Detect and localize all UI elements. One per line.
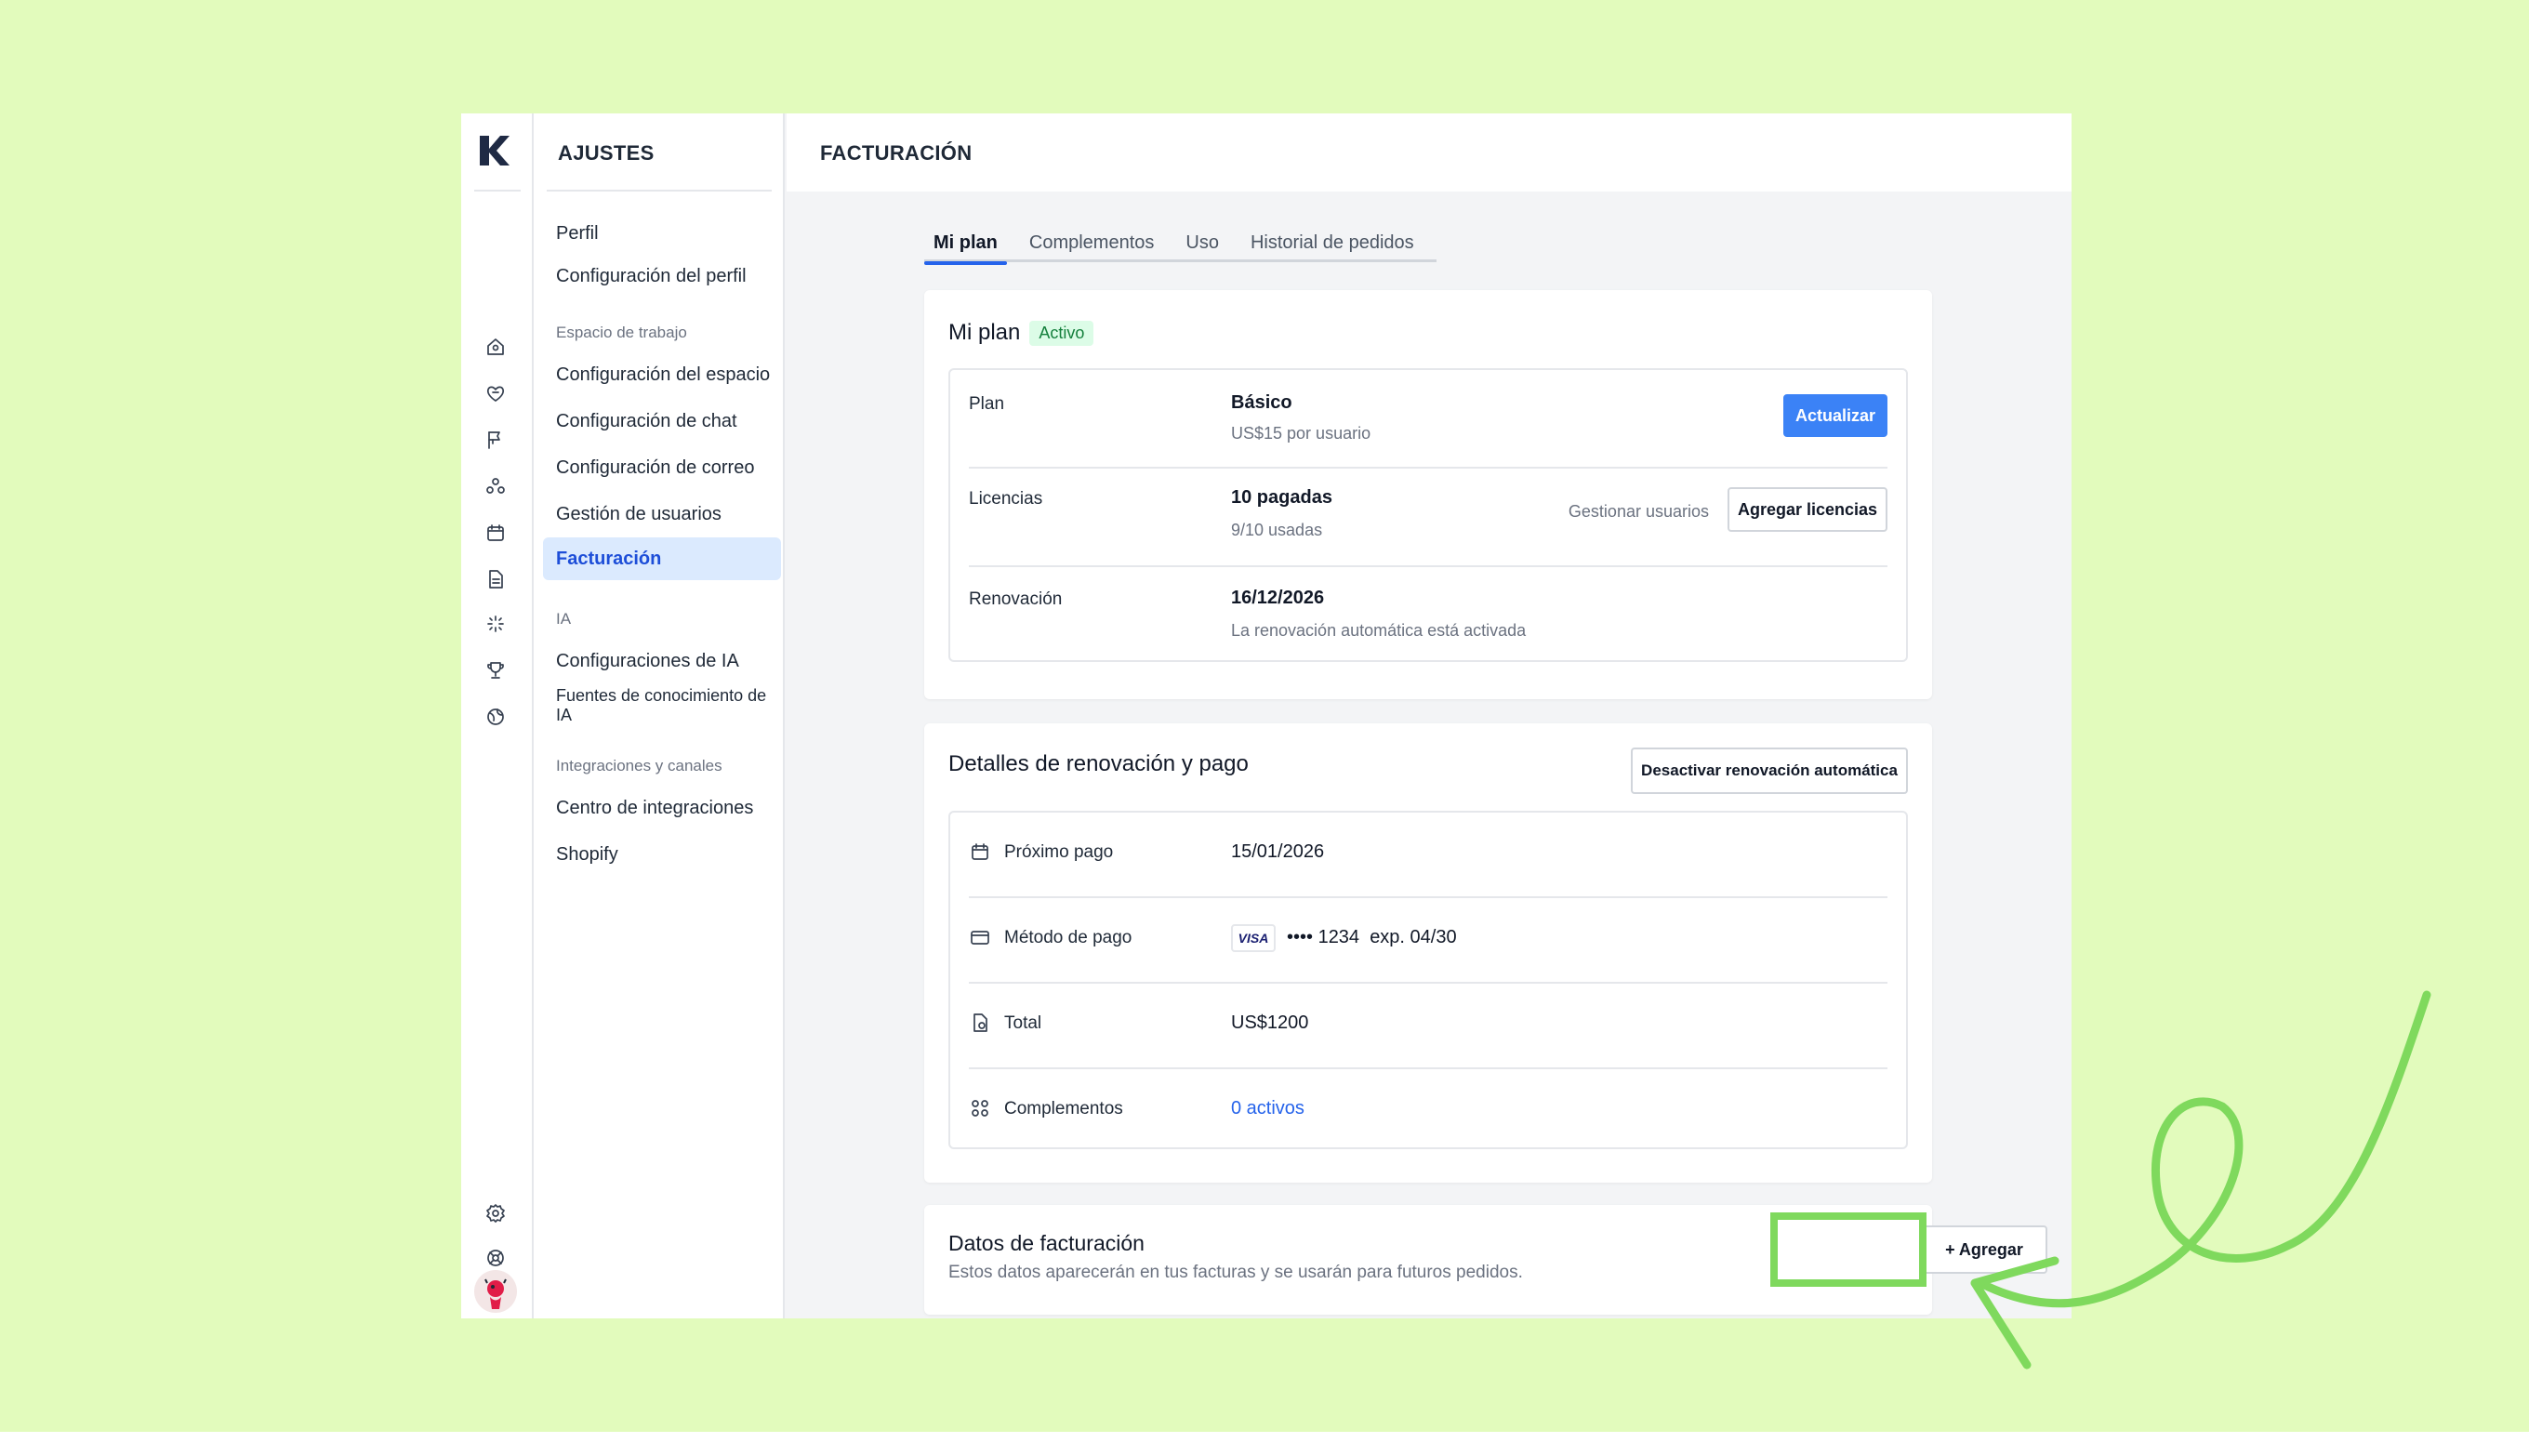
nav-group-integrations: Integraciones y canales <box>556 757 722 774</box>
home-icon[interactable] <box>483 335 508 359</box>
disable-auto-renew-button[interactable]: Desactivar renovación automática <box>1631 748 1908 794</box>
addons-row: Complementos 0 activos <box>950 1069 1906 1151</box>
payment-details: Próximo pago 15/01/2026 Método de pago V… <box>948 811 1908 1149</box>
total-row: Total US$1200 <box>950 984 1906 1067</box>
rail-divider <box>474 190 521 192</box>
plan-card-title: Mi plan Activo <box>948 320 1094 347</box>
trophy-icon[interactable] <box>483 658 508 682</box>
upgrade-button[interactable]: Actualizar <box>1783 394 1887 437</box>
payment-method-label: Método de pago <box>1004 928 1132 947</box>
licenses-label: Licencias <box>969 489 1043 509</box>
card-number: •••• 1234 exp. 04/30 <box>1287 927 1457 947</box>
payment-card-title: Detalles de renovación y pago <box>948 751 1249 776</box>
nav-group-workspace: Espacio de trabajo <box>556 324 687 341</box>
tab-order-history[interactable]: Historial de pedidos <box>1241 223 1423 262</box>
plan-price: US$15 por usuario <box>1231 424 1371 443</box>
add-licenses-button[interactable]: Agregar licencias <box>1728 487 1887 532</box>
credit-card-icon <box>969 926 993 950</box>
nav-item-integrations-center[interactable]: Centro de integraciones <box>543 787 781 829</box>
billing-data-title: Datos de facturación <box>948 1231 1145 1255</box>
licenses-row: Licencias 10 pagadas 9/10 usadas Gestion… <box>950 469 1906 565</box>
settings-nav: AJUSTES Perfil Configuración del perfil … <box>534 113 785 1318</box>
nav-item-ai-settings[interactable]: Configuraciones de IA <box>543 640 781 682</box>
highlight-box <box>1770 1212 1927 1287</box>
arrow-scribble <box>1970 990 2431 1370</box>
plan-card: Mi plan Activo Plan Básico US$15 por usua… <box>924 290 1932 699</box>
renewal-date: 16/12/2026 <box>1231 588 1325 608</box>
tab-addons[interactable]: Complementos <box>1020 223 1164 262</box>
plan-value: Básico <box>1231 392 1292 413</box>
total-label: Total <box>1004 1013 1042 1033</box>
nav-item-profile-settings[interactable]: Configuración del perfil <box>543 255 781 298</box>
icon-rail <box>461 113 534 1318</box>
next-payment-label: Próximo pago <box>1004 842 1114 862</box>
nav-item-ai-knowledge[interactable]: Fuentes de conocimiento de IA <box>543 684 781 727</box>
addons-link[interactable]: 0 activos <box>1231 1098 1304 1119</box>
page-header: FACTURACIÓN <box>787 113 2072 192</box>
invoice-icon <box>969 1012 993 1036</box>
tab-usage[interactable]: Uso <box>1176 223 1228 262</box>
calendar-icon <box>969 841 993 865</box>
plan-label: Plan <box>969 394 1005 414</box>
renewal-row: Renovación 16/12/2026 La renovación auto… <box>950 567 1906 664</box>
licenses-used: 9/10 usadas <box>1231 521 1323 539</box>
page-title: FACTURACIÓN <box>820 141 973 165</box>
bottom-strip <box>0 1432 2529 1456</box>
billing-tabs: Mi plan Complementos Uso Historial de pe… <box>924 223 1437 265</box>
licenses-value: 10 pagadas <box>1231 487 1332 508</box>
plan-details: Plan Básico US$15 por usuario Actualizar… <box>948 368 1908 662</box>
nav-item-perfil[interactable]: Perfil <box>543 212 781 255</box>
next-payment-date: 15/01/2026 <box>1231 841 1325 862</box>
nav-item-shopify[interactable]: Shopify <box>543 833 781 876</box>
help-icon[interactable] <box>483 1246 508 1270</box>
plan-title: Mi plan <box>948 320 1021 345</box>
payment-method-row: Método de pago VISA •••• 1234 exp. 04/30 <box>950 898 1906 982</box>
next-payment-row: Próximo pago 15/01/2026 <box>950 813 1906 896</box>
diamond-icon[interactable] <box>483 1291 508 1315</box>
card-expiry: exp. 04/30 <box>1370 927 1457 947</box>
addons-label: Complementos <box>1004 1099 1123 1118</box>
nav-item-chat-settings[interactable]: Configuración de chat <box>543 400 781 443</box>
nav-group-ai: IA <box>556 610 572 628</box>
nav-divider <box>547 190 772 192</box>
heart-chat-icon[interactable] <box>483 381 508 405</box>
renewal-label: Renovación <box>969 589 1063 609</box>
app-window: AJUSTES Perfil Configuración del perfil … <box>461 113 2072 1318</box>
main-content: FACTURACIÓN Mi plan Complementos Uso His… <box>787 113 2072 1318</box>
renewal-status: La renovación automática está activada <box>1231 621 1527 640</box>
status-badge: Activo <box>1029 321 1094 347</box>
billing-data-subtitle: Estos datos aparecerán en tus facturas y… <box>948 1263 1523 1282</box>
gear-icon[interactable] <box>483 1201 508 1225</box>
nav-item-workspace-settings[interactable]: Configuración del espacio <box>543 353 781 396</box>
nav-item-user-management[interactable]: Gestión de usuarios <box>543 493 781 536</box>
document-icon[interactable] <box>483 567 508 591</box>
nav-item-email-settings[interactable]: Configuración de correo <box>543 446 781 489</box>
nav-item-billing[interactable]: Facturación <box>543 537 781 580</box>
manage-users-link[interactable]: Gestionar usuarios <box>1569 502 1709 522</box>
app-logo[interactable] <box>476 132 511 169</box>
plan-row: Plan Básico US$15 por usuario Actualizar <box>950 370 1906 467</box>
contacts-icon[interactable] <box>483 474 508 498</box>
flag-icon[interactable] <box>483 428 508 452</box>
tab-my-plan[interactable]: Mi plan <box>924 223 1007 265</box>
globe-icon[interactable] <box>483 705 508 729</box>
payment-card: Detalles de renovación y pago Desactivar… <box>924 723 1932 1183</box>
sparkle-icon[interactable] <box>483 612 508 636</box>
visa-logo: VISA <box>1231 924 1276 952</box>
grid-icon <box>969 1097 993 1121</box>
settings-title: AJUSTES <box>558 141 655 165</box>
calendar-icon[interactable] <box>483 521 508 545</box>
total-value: US$1200 <box>1231 1013 1309 1033</box>
